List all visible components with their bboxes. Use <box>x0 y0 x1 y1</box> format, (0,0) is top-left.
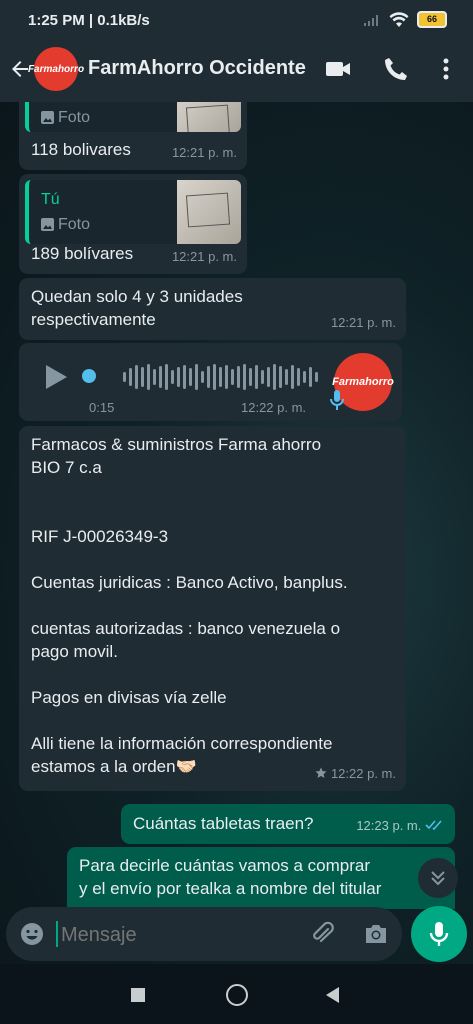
status-icons: 66 <box>363 11 447 28</box>
camera-icon[interactable] <box>363 922 389 946</box>
reply-quote[interactable]: Tú Foto <box>25 180 241 244</box>
video-call-icon[interactable] <box>324 55 352 83</box>
status-time: 1:25 PM | 0.1kB/s <box>28 12 150 29</box>
double-chevron-down-icon <box>431 871 445 886</box>
battery-icon: 66 <box>417 11 447 28</box>
quote-type: Foto <box>41 213 90 236</box>
message-bubble-outgoing[interactable]: Cuántas tabletas traen? 12:23 p. m. <box>121 804 455 844</box>
message-composer <box>6 907 402 961</box>
message-time: 12:23 p. m. <box>356 814 445 837</box>
home-icon[interactable] <box>226 984 248 1006</box>
message-bubble[interactable]: Quedan solo 4 y 3 unidades respectivamen… <box>19 278 406 340</box>
header-overlay: Farmahorro FarmAhorro Occidente <box>0 42 473 102</box>
attach-icon[interactable] <box>310 921 336 947</box>
star-icon <box>315 767 327 778</box>
quote-author: Tú <box>41 191 60 208</box>
message-time: 12:22 p. m. <box>315 762 396 785</box>
voice-duration: 0:15 <box>89 400 115 415</box>
system-navigation-bar <box>0 964 473 1024</box>
message-time: 12:21 p. m. <box>171 249 237 264</box>
mic-icon <box>429 922 449 946</box>
message-time: 12:21 p. m. <box>330 315 396 330</box>
status-bar: 1:25 PM | 0.1kB/s 66 <box>0 0 473 42</box>
message-text: 189 bolívares <box>31 244 134 263</box>
avatar-logo-text: Farmahorro <box>27 63 85 75</box>
play-icon[interactable] <box>43 363 69 391</box>
message-text: Farmacos & suministros Farma ahorro BIO … <box>31 435 348 776</box>
phone-call-icon[interactable] <box>382 55 410 83</box>
wifi-icon <box>389 11 409 27</box>
message-time: 12:21 p. m. <box>171 145 237 160</box>
message-bubble[interactable]: Farmacos & suministros Farma ahorro BIO … <box>19 426 406 791</box>
mic-icon <box>330 390 344 410</box>
voice-record-button[interactable] <box>411 906 467 962</box>
scroll-to-bottom-button[interactable] <box>418 858 458 898</box>
message-text: 118 bolivares <box>31 140 131 159</box>
voice-waveform[interactable] <box>123 363 318 391</box>
message-time: 12:22 p. m. <box>241 400 307 415</box>
contact-avatar[interactable]: Farmahorro <box>28 47 84 91</box>
message-bubble[interactable]: Tú Foto 189 bolívares 12:21 p. m. <box>19 174 247 274</box>
chat-title[interactable]: FarmAhorro Occidente <box>88 57 306 80</box>
message-text: Cuántas tabletas traen? <box>133 814 314 833</box>
message-input[interactable] <box>59 919 293 951</box>
back-nav-icon[interactable] <box>324 986 340 1004</box>
recent-apps-icon[interactable] <box>131 988 145 1002</box>
photo-icon <box>41 111 54 124</box>
photo-thumbnail <box>177 180 241 244</box>
more-options-icon[interactable] <box>432 55 460 83</box>
message-text: Para decirle cuántas vamos a comprar y e… <box>79 856 382 898</box>
playback-slider-thumb[interactable] <box>82 369 96 383</box>
photo-icon <box>41 218 54 231</box>
text-cursor <box>56 921 58 947</box>
message-text: Quedan solo 4 y 3 unidades respectivamen… <box>31 287 243 329</box>
read-receipt-icon <box>425 820 442 831</box>
emoji-icon[interactable] <box>20 922 44 946</box>
message-bubble-outgoing[interactable]: Para decirle cuántas vamos a comprar y e… <box>67 847 455 909</box>
voice-message[interactable]: 0:15 12:22 p. m. Farmahorro <box>19 343 402 421</box>
signal-icon <box>364 14 378 26</box>
quote-type: Foto <box>41 106 90 129</box>
